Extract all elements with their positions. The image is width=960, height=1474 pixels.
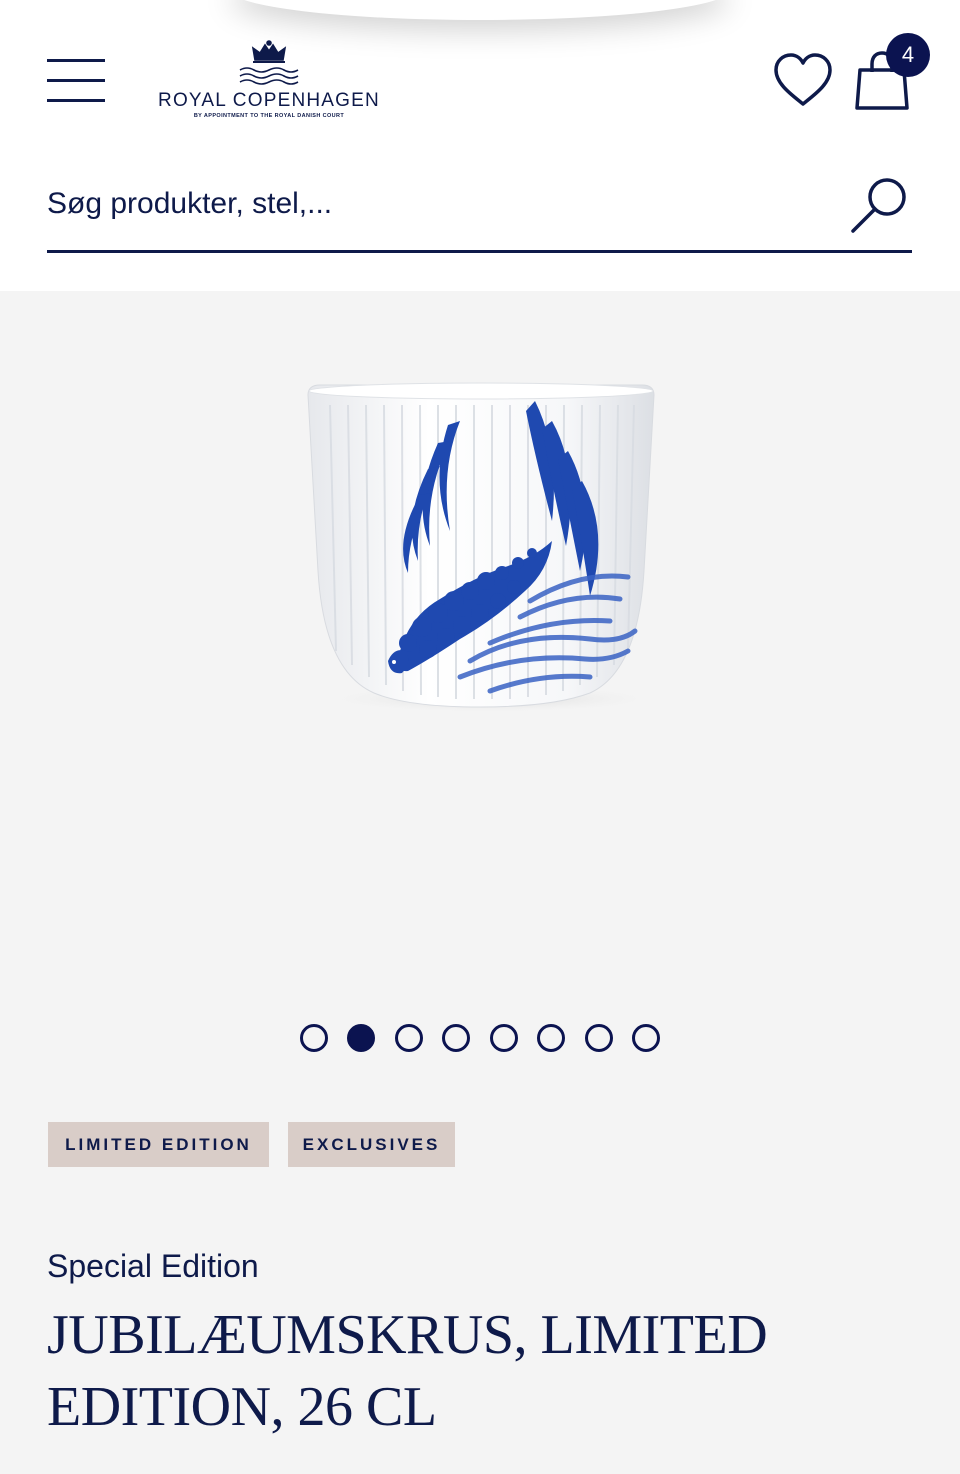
gallery-dot-1[interactable] xyxy=(299,1024,328,1052)
tag-limited-edition[interactable]: LIMITED EDITION xyxy=(48,1122,269,1167)
crown-icon xyxy=(239,40,299,85)
wishlist-button[interactable] xyxy=(772,52,834,110)
brand-logo[interactable]: ROYAL COPENHAGEN BY APPOINTMENT TO THE R… xyxy=(140,40,398,124)
product-gallery[interactable]: LIMITED EDITION EXCLUSIVES Special Editi… xyxy=(0,291,960,1474)
search-button[interactable] xyxy=(847,175,913,237)
gallery-dot-2[interactable] xyxy=(347,1024,376,1052)
gallery-dot-7[interactable] xyxy=(584,1024,613,1052)
gallery-dot-3[interactable] xyxy=(394,1024,423,1052)
site-header: ROYAL COPENHAGEN BY APPOINTMENT TO THE R… xyxy=(0,0,960,150)
product-image-mug xyxy=(307,382,660,713)
gallery-dot-4[interactable] xyxy=(442,1024,471,1052)
cart-count-badge: 4 xyxy=(886,33,930,77)
search-input[interactable] xyxy=(47,179,827,229)
menu-icon-line-middle xyxy=(47,79,105,82)
gallery-pagination xyxy=(0,1022,960,1054)
gallery-dot-5[interactable] xyxy=(489,1024,518,1052)
brand-name: ROYAL COPENHAGEN xyxy=(158,90,380,111)
tag-exclusives[interactable]: EXCLUSIVES xyxy=(288,1122,455,1167)
search-icon xyxy=(851,178,906,233)
product-title: JUBILÆUMSKRUS, LIMITED EDITION, 26 CL xyxy=(47,1304,768,1438)
menu-icon-line-bottom xyxy=(47,99,105,102)
gallery-dot-8[interactable] xyxy=(632,1024,661,1052)
product-category: Special Edition xyxy=(47,1248,259,1284)
menu-button[interactable] xyxy=(47,57,105,105)
brand-tagline: BY APPOINTMENT TO THE ROYAL DANISH COURT xyxy=(193,113,345,119)
gallery-dot-6[interactable] xyxy=(537,1024,566,1052)
search-bar xyxy=(47,165,912,253)
heart-icon xyxy=(774,53,832,106)
menu-icon-line-top xyxy=(47,59,105,62)
